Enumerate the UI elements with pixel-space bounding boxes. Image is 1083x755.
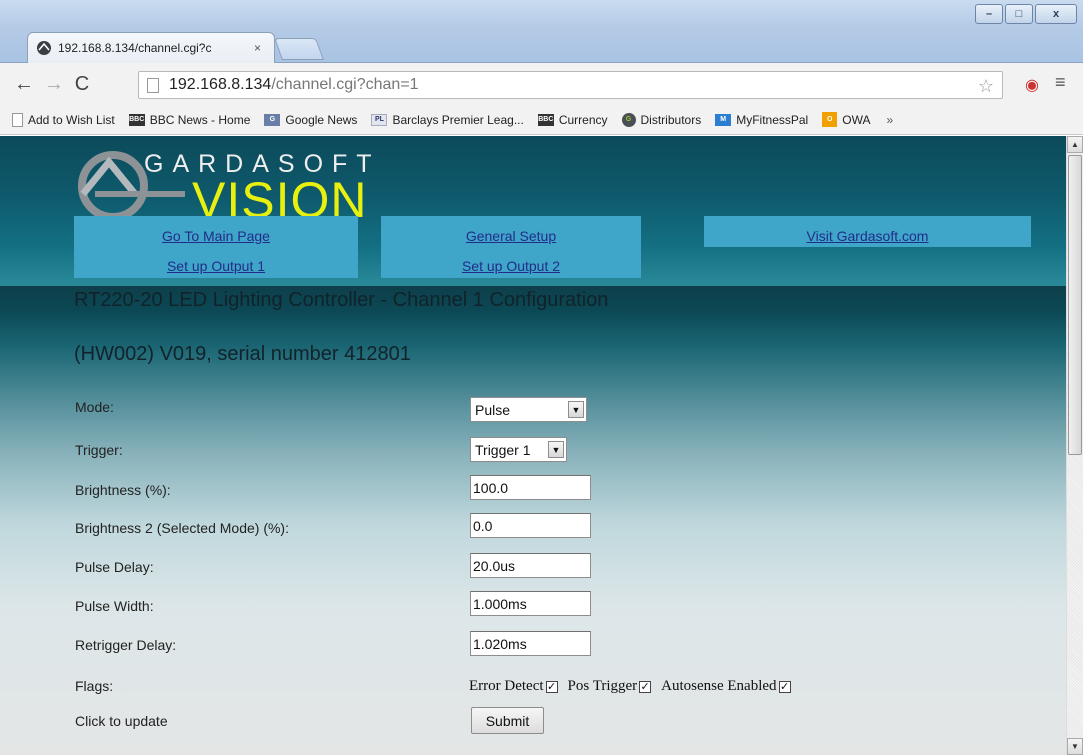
bookmark-label: Add to Wish List [28,112,115,127]
forward-arrow-icon[interactable]: → [44,73,64,96]
pulse-delay-input[interactable] [470,553,591,578]
gardasoft-favicon-icon [37,41,51,55]
maximize-button[interactable]: □ [1005,4,1033,24]
bookmark-add-to-wish-list[interactable]: Add to Wish List [12,112,115,127]
brightness-input[interactable] [470,475,591,500]
back-arrow-icon[interactable]: ← [14,73,34,96]
bookmark-label: Barclays Premier Leag... [392,112,524,127]
scroll-up-icon[interactable]: ▲ [1067,136,1083,153]
pulse-delay-label: Pulse Delay: [75,559,154,575]
minimize-button[interactable]: – [975,4,1003,24]
bookmark-bbc-news[interactable]: BBC BBC News - Home [128,112,251,127]
chevron-down-icon[interactable]: ▼ [548,441,564,458]
trigger-label: Trigger: [75,442,123,458]
link-setup-output-1[interactable]: Set up Output 1 [74,258,358,274]
browser-toolbar: ← → C 192.168.8.134/channel.cgi?chan=1 ☆ [0,63,1083,105]
address-bar[interactable]: 192.168.8.134/channel.cgi?chan=1 ☆ [138,71,1003,99]
vertical-scrollbar[interactable]: ▲ ▼ [1066,136,1083,755]
page-subtitle: (HW002) V019, serial number 412801 [74,343,411,365]
mode-value: Pulse [475,401,511,418]
bookmark-label: BBC News - Home [149,112,251,127]
mode-label: Mode: [75,399,114,415]
bookmark-label: OWA [842,112,871,127]
retrigger-delay-label: Retrigger Delay: [75,637,177,653]
update-label: Click to update [75,713,168,729]
brightness-label: Brightness (%): [75,482,171,498]
bookmark-star-icon[interactable]: ☆ [978,76,994,97]
window-titlebar: 192.168.8.134/channel.cgi?c × – □ x [0,0,1083,63]
page-icon [12,112,23,127]
bbc-icon: BBC [537,113,554,126]
new-tab-button[interactable] [273,38,325,60]
owa-icon: O [822,112,838,127]
bbc-icon: BBC [128,113,145,126]
autosense-enabled-checkbox[interactable]: ✓ [778,680,791,693]
flag-autosense-label: Autosense Enabled [661,678,777,694]
menu-icon[interactable]: ≡ [1055,72,1066,93]
extension-eye-icon[interactable]: ◉ [1025,75,1039,95]
tab-close-icon[interactable]: × [254,41,261,55]
link-setup-output-2[interactable]: Set up Output 2 [381,258,641,274]
pos-trigger-checkbox[interactable]: ✓ [639,680,652,693]
error-detect-checkbox[interactable]: ✓ [545,680,558,693]
bookmark-premier-league[interactable]: PL Barclays Premier Leag... [371,112,524,127]
bookmark-myfitnesspal[interactable]: M MyFitnessPal [715,113,808,127]
url-host: 192.168.8.134 [169,76,272,93]
trigger-value: Trigger 1 [475,441,531,458]
flags-group: Error Detect ✓ Pos Trigger ✓ Autosense E… [469,678,801,695]
page-title: RT220-20 LED Lighting Controller - Chann… [74,289,609,311]
brightness2-label: Brightness 2 (Selected Mode) (%): [75,520,289,536]
bookmark-label: Distributors [640,112,702,127]
bookmark-currency[interactable]: BBC Currency [537,112,608,127]
bookmark-label: Google News [285,112,358,127]
tab-title: 192.168.8.134/channel.cgi?c [58,41,212,55]
bookmark-owa[interactable]: O OWA [822,112,870,127]
flags-label: Flags: [75,678,114,694]
bookmark-label: Currency [558,112,608,127]
link-visit-gardasoft[interactable]: Visit Gardasoft.com [704,228,1031,244]
bookmarks-overflow-icon[interactable]: » [886,113,893,127]
browser-tab[interactable]: 192.168.8.134/channel.cgi?c × [27,32,275,63]
premier-league-icon: PL [371,113,388,126]
brightness2-input[interactable] [470,513,591,538]
submit-button[interactable]: Submit [471,707,544,734]
window-controls: – □ x [973,4,1077,24]
url-path: /channel.cgi?chan=1 [271,76,419,93]
trigger-select[interactable]: Trigger 1 ▼ [470,437,567,462]
retrigger-delay-input[interactable] [470,631,591,656]
google-news-icon: G [264,113,281,126]
bookmarks-bar: Add to Wish List BBC BBC News - Home G G… [0,105,1083,135]
flag-error-detect-label: Error Detect [469,678,544,694]
page-icon [147,77,159,93]
close-button[interactable]: x [1035,4,1077,24]
link-general-setup[interactable]: General Setup [381,228,641,244]
bookmark-distributors[interactable]: G Distributors [621,112,702,127]
scrollbar-thumb[interactable] [1068,155,1082,455]
scroll-down-icon[interactable]: ▼ [1067,738,1083,755]
bookmark-google-news[interactable]: G Google News [264,113,357,127]
pulse-width-input[interactable] [470,591,591,616]
pulse-width-label: Pulse Width: [75,598,154,614]
flag-pos-trigger-label: Pos Trigger [567,678,638,694]
reload-icon[interactable]: C [74,73,90,96]
link-main-page[interactable]: Go To Main Page [74,228,358,244]
gardasoft-icon: G [621,112,636,127]
myfitnesspal-icon: M [715,113,732,126]
mode-select[interactable]: Pulse ▼ [470,397,587,422]
bookmark-label: MyFitnessPal [736,112,809,127]
chevron-down-icon[interactable]: ▼ [568,401,584,418]
